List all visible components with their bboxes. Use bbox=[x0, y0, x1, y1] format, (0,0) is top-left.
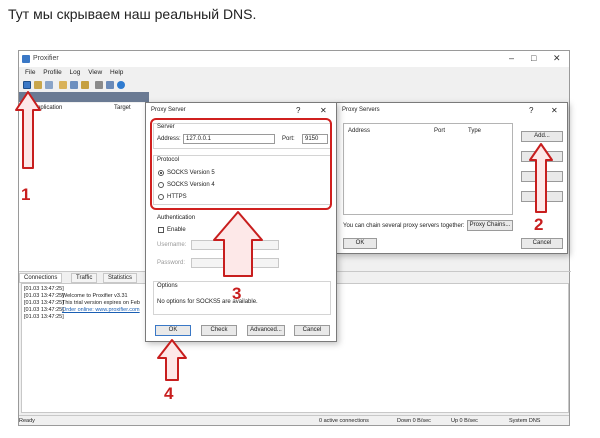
status-up: Up 0 B/sec bbox=[451, 418, 478, 424]
tab-statistics[interactable]: Statistics bbox=[103, 273, 138, 283]
options-text: No options for SOCKS5 are available. bbox=[157, 299, 258, 305]
maximize-icon[interactable]: □ bbox=[531, 53, 536, 63]
menu-file[interactable]: File bbox=[25, 69, 35, 76]
options-group bbox=[153, 281, 331, 315]
column-target[interactable]: Target bbox=[114, 105, 131, 111]
connections-panel-header bbox=[19, 92, 149, 102]
help-icon[interactable] bbox=[117, 81, 125, 89]
username-label: Username: bbox=[157, 242, 187, 248]
connections-table-header: Application Target bbox=[19, 103, 149, 113]
help-icon[interactable]: ? bbox=[296, 106, 300, 115]
menu-profile[interactable]: Profile bbox=[43, 69, 61, 76]
menu-bar: File Profile Log View Help bbox=[19, 67, 569, 79]
name-resolution-icon[interactable] bbox=[45, 81, 53, 89]
status-active-connections: 0 active connections bbox=[319, 418, 369, 424]
add-proxy-button[interactable]: Add... bbox=[521, 131, 563, 142]
annotation-number-1: 1 bbox=[21, 185, 31, 204]
column-application[interactable]: Application bbox=[33, 105, 62, 111]
menu-view[interactable]: View bbox=[88, 69, 102, 76]
proxy-chains-button[interactable]: Proxy Chains... bbox=[467, 220, 513, 231]
log-message[interactable]: Order online: www.proxifier.com bbox=[62, 307, 140, 313]
advanced-button[interactable]: Advanced... bbox=[247, 325, 285, 336]
remove-button bbox=[521, 171, 563, 182]
options-group-label: Options bbox=[157, 283, 178, 289]
connections-table bbox=[19, 113, 149, 271]
toolbar bbox=[19, 79, 569, 91]
auth-group-label: Authentication bbox=[157, 215, 196, 221]
tab-connections[interactable]: Connections bbox=[19, 273, 63, 283]
edit-button bbox=[521, 151, 563, 162]
ok-button[interactable]: OK bbox=[343, 238, 377, 249]
annotation-number-3: 3 bbox=[232, 284, 242, 303]
status-down: Down 0 B/sec bbox=[397, 418, 431, 424]
enable-label: Enable bbox=[167, 227, 186, 233]
chain-text: You can chain several proxy servers toge… bbox=[343, 223, 465, 229]
annotation-number-4: 4 bbox=[164, 384, 174, 403]
column-type: Type bbox=[468, 128, 482, 134]
title-bar: Proxifier – □ ✕ bbox=[19, 51, 569, 67]
window-title: Proxifier bbox=[33, 55, 59, 62]
log-time: [01.03 13:47:25] bbox=[24, 307, 64, 313]
page-caption: Тут мы скрываем наш реальный DNS. bbox=[8, 6, 257, 22]
tab-label: Connections bbox=[24, 275, 58, 281]
export-icon[interactable] bbox=[106, 81, 114, 89]
proxification-rules-icon[interactable] bbox=[34, 81, 42, 89]
dialog-title: Proxy Servers bbox=[342, 107, 380, 113]
log-message: This trial version expires on Feb bbox=[62, 300, 140, 306]
tab-label: Traffic bbox=[76, 275, 93, 281]
menu-log[interactable]: Log bbox=[70, 69, 81, 76]
close-icon[interactable]: ✕ bbox=[320, 106, 327, 115]
log-time: [01.03 13:47:25] bbox=[24, 300, 64, 306]
minimize-icon[interactable]: – bbox=[509, 53, 514, 63]
help-icon[interactable]: ? bbox=[529, 106, 533, 115]
username-input[interactable] bbox=[191, 240, 279, 250]
app-icon bbox=[22, 55, 30, 63]
tab-label: Statistics bbox=[108, 275, 133, 281]
column-port: Port bbox=[434, 128, 446, 134]
options-icon[interactable] bbox=[95, 81, 103, 89]
log-time: [01.03 13:47:25] bbox=[24, 286, 64, 292]
password-input[interactable] bbox=[191, 258, 279, 268]
menu-help[interactable]: Help bbox=[110, 69, 123, 76]
log-time: [01.03 13:47:25] bbox=[24, 293, 64, 299]
import-icon[interactable] bbox=[81, 81, 89, 89]
log-message: Welcome to Proxifier v3.31 bbox=[62, 293, 128, 299]
open-profile-icon[interactable] bbox=[59, 81, 67, 89]
status-dns: System DNS bbox=[509, 418, 541, 424]
cancel-button[interactable]: Cancel bbox=[294, 325, 330, 336]
close-icon[interactable]: ✕ bbox=[551, 106, 558, 115]
cancel-button[interactable]: Cancel bbox=[521, 238, 563, 249]
enable-auth-checkbox[interactable] bbox=[158, 227, 164, 233]
status-ready: Ready bbox=[19, 418, 35, 424]
annotation-number-2: 2 bbox=[534, 215, 544, 234]
check-button[interactable]: Check bbox=[201, 325, 237, 336]
close-icon[interactable]: ✕ bbox=[553, 53, 561, 64]
tab-traffic[interactable]: Traffic bbox=[71, 273, 98, 283]
log-time: [01.03 13:47:25] bbox=[24, 314, 64, 320]
server-protocol-highlight bbox=[150, 118, 332, 210]
ok-button[interactable]: OK bbox=[155, 325, 191, 336]
password-label: Password: bbox=[157, 260, 186, 266]
status-bar: Ready 0 active connections Down 0 B/sec … bbox=[19, 415, 569, 426]
dialog-title: Proxy Server bbox=[151, 107, 186, 113]
check-button bbox=[521, 191, 563, 202]
save-profile-icon[interactable] bbox=[70, 81, 78, 89]
proxy-list[interactable]: Address Port Type bbox=[343, 123, 513, 215]
proxy-servers-tool-icon[interactable] bbox=[23, 81, 31, 89]
column-address: Address bbox=[348, 128, 371, 134]
